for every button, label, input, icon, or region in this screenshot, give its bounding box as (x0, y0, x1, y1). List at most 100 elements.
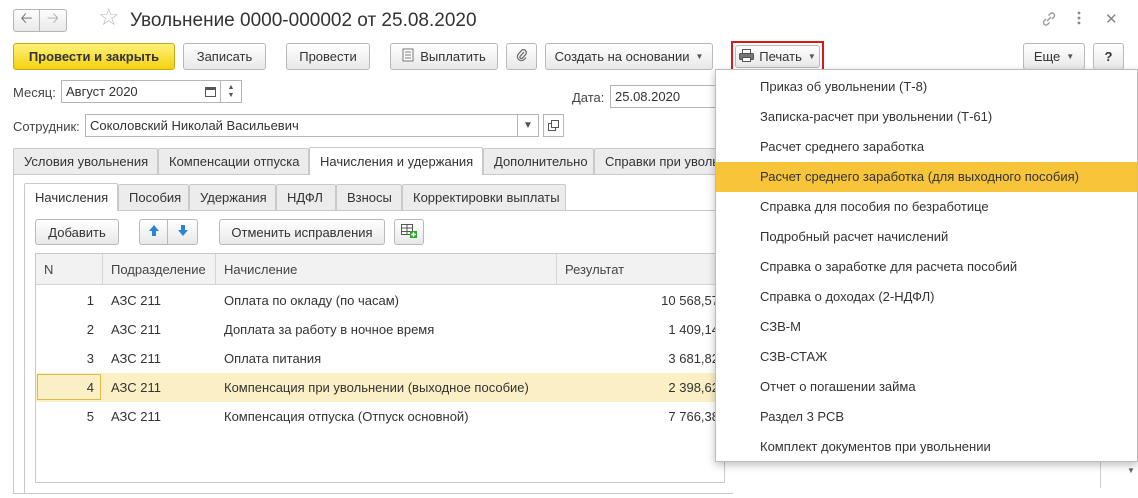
add-label: Добавить (48, 224, 106, 240)
menu-item-loan-repayment-report[interactable]: Отчет о погашении займа (716, 372, 1137, 402)
table-row[interactable]: 5 АЗС 211 Компенсация отпуска (Отпуск ос… (36, 402, 724, 431)
tab-accruals-and-deductions[interactable]: Начисления и удержания (309, 147, 483, 175)
menu-item-detailed-accruals[interactable]: Подробный расчет начислений (716, 222, 1137, 252)
add-table-button[interactable] (394, 219, 424, 245)
chevron-down-icon: ▼ (1066, 52, 1075, 61)
forward-button[interactable]: 🡢 (40, 9, 67, 32)
employee-label: Сотрудник: (13, 119, 80, 134)
row-accrual: Компенсация при увольнении (выходное пос… (224, 380, 529, 395)
table-row-selected[interactable]: 4 АЗС 211 Компенсация при увольнении (вы… (36, 373, 724, 402)
cancel-corrections-button[interactable]: Отменить исправления (219, 219, 385, 245)
menu-item-dismissal-order-t8[interactable]: Приказ об увольнении (Т-8) (716, 72, 1137, 102)
column-header-department[interactable]: Подразделение (103, 254, 216, 285)
arrow-left-icon: 🡠 (20, 10, 33, 27)
row-result: 1 409,14 (668, 322, 719, 337)
document-icon (402, 48, 414, 65)
menu-item-szv-stazh[interactable]: СЗВ-СТАЖ (716, 342, 1137, 372)
pay-label: Выплатить (420, 49, 486, 64)
month-field[interactable]: Август 2020 (61, 80, 201, 103)
pay-button[interactable]: Выплатить (390, 43, 498, 70)
chevron-down-icon[interactable]: ▼ (228, 92, 235, 100)
subtab-deductions[interactable]: Удержания (189, 184, 276, 210)
tab-dismissal-conditions[interactable]: Условия увольнения (13, 148, 158, 174)
table-row[interactable]: 2 АЗС 211 Доплата за работу в ночное вре… (36, 315, 724, 344)
chevron-up-icon[interactable]: ▲ (228, 84, 235, 92)
row-result: 2 398,62 (668, 380, 719, 395)
row-accrual: Оплата по окладу (по часам) (224, 293, 399, 308)
back-button[interactable]: 🡠 (13, 9, 40, 32)
row-department: АЗС 211 (111, 409, 161, 424)
row-result: 7 766,38 (668, 409, 719, 424)
row-department: АЗС 211 (111, 380, 161, 395)
menu-item-szv-m[interactable]: СЗВ-М (716, 312, 1137, 342)
row-number: 3 (86, 351, 94, 366)
arrow-down-icon (177, 224, 189, 240)
table-row[interactable]: 3 АЗС 211 Оплата питания 3 681,82 (36, 344, 724, 373)
scrollbar-track (1100, 462, 1101, 488)
row-result: 3 681,82 (668, 351, 719, 366)
menu-item-rsv-section3[interactable]: Раздел 3 РСВ (716, 402, 1137, 432)
attach-button[interactable] (506, 43, 537, 70)
chevron-down-icon[interactable]: ▼ (518, 114, 539, 137)
menu-item-dismissal-documents-set[interactable]: Комплект документов при увольнении (716, 432, 1137, 462)
paperclip-icon (516, 48, 528, 65)
accruals-table: N Подразделение Начисление Результат 1 А… (35, 253, 725, 483)
row-number: 2 (86, 322, 94, 337)
month-stepper[interactable]: ▲ ▼ (221, 80, 242, 103)
page-title: Увольнение 0000-000002 от 25.08.2020 (130, 10, 477, 31)
column-header-n[interactable]: N (36, 254, 103, 285)
more-button[interactable]: Еще ▼ (1023, 43, 1085, 70)
employee-field[interactable]: Соколовский Николай Васильевич (85, 114, 518, 137)
subtab-accruals[interactable]: Начисления (24, 183, 118, 211)
star-icon[interactable]: ☆ (98, 6, 120, 30)
chevron-down-icon[interactable]: ▼ (1127, 466, 1135, 475)
more-vert-icon[interactable] (1077, 11, 1081, 29)
column-header-accrual[interactable]: Начисление (216, 254, 557, 285)
save-label: Записать (196, 49, 253, 64)
tab-additional[interactable]: Дополнительно (483, 148, 594, 174)
menu-item-average-earnings[interactable]: Расчет среднего заработка (716, 132, 1137, 162)
date-field[interactable]: 25.08.2020 (610, 85, 720, 108)
calendar-icon[interactable] (200, 80, 221, 103)
row-department: АЗС 211 (111, 351, 161, 366)
post-and-close-button[interactable]: Провести и закрыть (13, 43, 175, 70)
month-label: Месяц: (13, 85, 56, 100)
print-menu: Приказ об увольнении (Т-8) Записка-расче… (715, 69, 1138, 462)
row-number: 4 (86, 380, 94, 395)
menu-item-earnings-certificate[interactable]: Справка о заработке для расчета пособий (716, 252, 1137, 282)
subtab-ndfl[interactable]: НДФЛ (276, 184, 336, 210)
cancel-corrections-label: Отменить исправления (231, 224, 373, 240)
subtab-benefits[interactable]: Пособия (118, 184, 189, 210)
menu-item-average-earnings-severance[interactable]: Расчет среднего заработка (для выходного… (716, 162, 1137, 192)
chevron-down-icon: ▼ (695, 52, 704, 61)
row-accrual: Доплата за работу в ночное время (224, 322, 435, 337)
arrow-up-icon (148, 224, 160, 240)
print-highlight-frame (731, 41, 824, 71)
row-number: 5 (86, 409, 94, 424)
date-label: Дата: (572, 90, 605, 105)
column-header-result[interactable]: Результат (557, 254, 724, 285)
post-and-close-label: Провести и закрыть (28, 49, 160, 64)
tab-certificates[interactable]: Справки при уволь (594, 148, 719, 174)
more-label: Еще (1033, 49, 1061, 64)
menu-item-unemployment-certificate[interactable]: Справка для пособия по безработице (716, 192, 1137, 222)
post-button[interactable]: Провести (286, 43, 370, 70)
add-button[interactable]: Добавить (35, 219, 119, 245)
menu-item-income-certificate-2ndfl[interactable]: Справка о доходах (2-НДФЛ) (716, 282, 1137, 312)
help-label: ? (1104, 49, 1113, 64)
help-button[interactable]: ? (1093, 43, 1124, 70)
close-icon[interactable]: ✕ (1105, 10, 1118, 28)
menu-item-calculation-note-t61[interactable]: Записка-расчет при увольнении (Т-61) (716, 102, 1137, 132)
create-based-on-button[interactable]: Создать на основании ▼ (545, 43, 713, 70)
subtab-contributions[interactable]: Взносы (336, 184, 402, 210)
open-icon[interactable] (543, 114, 564, 137)
row-accrual: Компенсация отпуска (Отпуск основной) (224, 409, 469, 424)
move-down-button[interactable] (168, 219, 198, 245)
tab-vacation-compensation[interactable]: Компенсации отпуска (158, 148, 309, 174)
save-button[interactable]: Записать (183, 43, 266, 70)
move-up-button[interactable] (139, 219, 168, 245)
table-header: N Подразделение Начисление Результат (36, 254, 724, 285)
table-row[interactable]: 1 АЗС 211 Оплата по окладу (по часам) 10… (36, 286, 724, 315)
subtab-payment-corrections[interactable]: Корректировки выплаты (402, 184, 566, 210)
link-icon[interactable] (1041, 11, 1057, 31)
